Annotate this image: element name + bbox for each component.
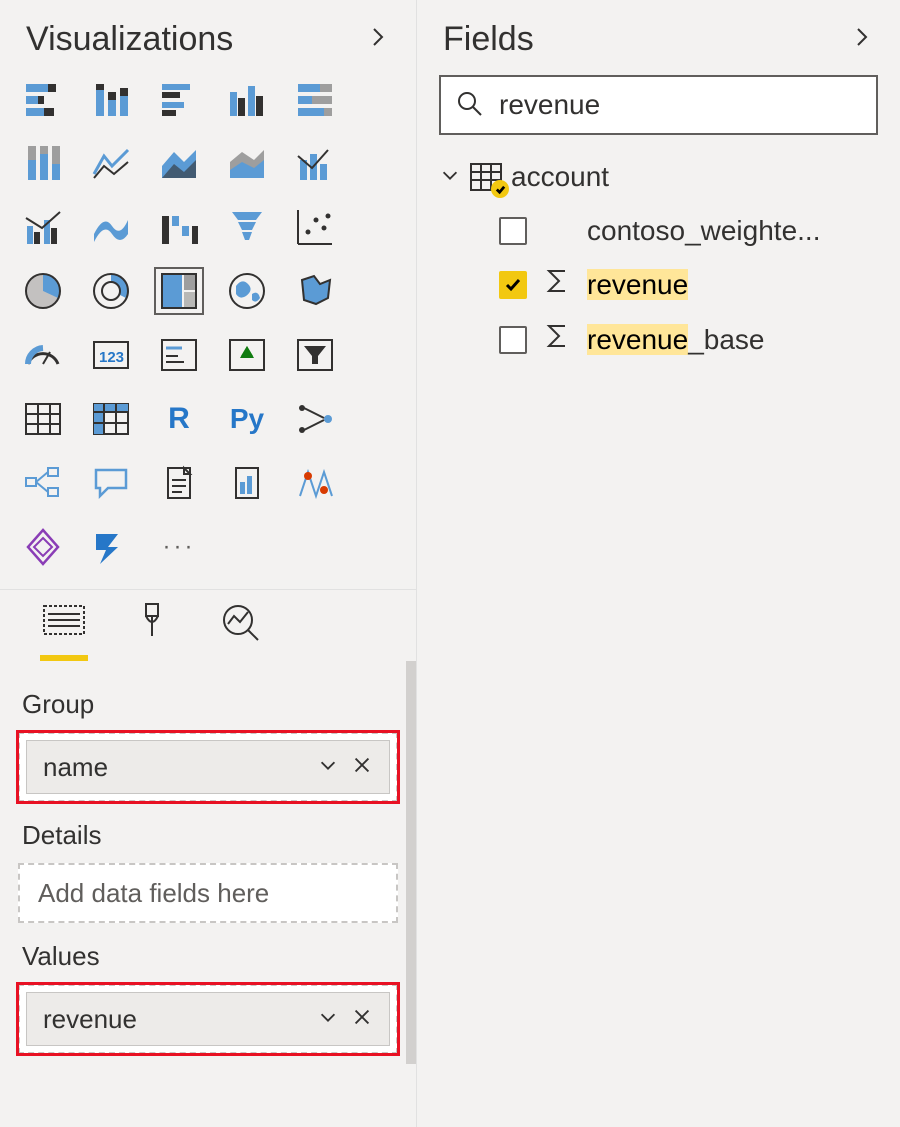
collapse-fields-pane-button[interactable] xyxy=(850,25,874,54)
viz-arcgis-icon[interactable] xyxy=(290,459,340,507)
viz-py-script-icon[interactable]: Py xyxy=(222,395,272,443)
analytics-tab[interactable] xyxy=(216,598,264,661)
viz-stacked-bar-icon[interactable] xyxy=(18,75,68,123)
viz-pie-icon[interactable] xyxy=(18,267,68,315)
viz-scatter-icon[interactable] xyxy=(290,203,340,251)
details-label: Details xyxy=(22,820,398,851)
table-name: account xyxy=(511,161,609,193)
viz-kpi-icon[interactable] xyxy=(222,331,272,379)
viz-powerapps-icon[interactable] xyxy=(18,523,68,571)
field-item[interactable]: revenue_base xyxy=(439,312,878,367)
viz-decomposition-tree-icon[interactable] xyxy=(18,459,68,507)
chevron-down-icon xyxy=(439,161,461,193)
fields-tab[interactable] xyxy=(40,598,88,661)
format-tab[interactable] xyxy=(128,598,176,661)
table-header-account[interactable]: account xyxy=(439,161,878,193)
viz-tabs xyxy=(0,589,416,661)
viz-pane-header: Visualizations xyxy=(0,0,416,75)
viz-key-influencers-icon[interactable] xyxy=(290,395,340,443)
viz-multirow-card-icon[interactable] xyxy=(154,331,204,379)
values-well[interactable]: revenue xyxy=(18,984,398,1054)
group-label: Group xyxy=(22,689,398,720)
viz-clustered-column-icon[interactable] xyxy=(222,75,272,123)
remove-field-icon[interactable] xyxy=(345,1004,379,1035)
viz-table-icon[interactable] xyxy=(18,395,68,443)
field-checkbox[interactable] xyxy=(499,217,527,245)
viz-line-clustered-column-icon[interactable] xyxy=(18,203,68,251)
viz-slicer-icon[interactable] xyxy=(290,331,340,379)
group-field-pill[interactable]: name xyxy=(26,740,390,794)
values-field-name: revenue xyxy=(43,1004,311,1035)
viz-line-stacked-column-icon[interactable] xyxy=(290,139,340,187)
details-well[interactable]: Add data fields here xyxy=(18,863,398,923)
viz-narrative-icon[interactable] xyxy=(154,459,204,507)
fields-list: account contoso_weighte... revenue reven… xyxy=(417,153,900,375)
viz-line-chart-icon[interactable] xyxy=(86,139,136,187)
values-field-pill[interactable]: revenue xyxy=(26,992,390,1046)
group-field-name: name xyxy=(43,752,311,783)
wells-scrollbar[interactable] xyxy=(406,661,416,1064)
viz-treemap-icon[interactable] xyxy=(154,267,204,315)
fields-pane-header: Fields xyxy=(417,0,900,75)
viz-paginated-report-icon[interactable] xyxy=(222,459,272,507)
field-name: contoso_weighte... xyxy=(587,215,821,247)
search-icon xyxy=(455,89,483,122)
search-wrap xyxy=(417,75,900,153)
viz-pane-title: Visualizations xyxy=(26,20,233,59)
viz-gallery: 123 R Py ··· xyxy=(0,75,416,589)
group-well[interactable]: name xyxy=(18,732,398,802)
field-checkbox[interactable] xyxy=(499,326,527,354)
viz-waterfall-icon[interactable] xyxy=(154,203,204,251)
viz-clustered-bar-icon[interactable] xyxy=(154,75,204,123)
viz-stacked-area-icon[interactable] xyxy=(222,139,272,187)
values-label: Values xyxy=(22,941,398,972)
field-item[interactable]: revenue xyxy=(439,257,878,312)
chevron-down-icon[interactable] xyxy=(311,1004,345,1035)
field-name: revenue xyxy=(587,269,688,301)
viz-matrix-icon[interactable] xyxy=(86,395,136,443)
field-item[interactable]: contoso_weighte... xyxy=(439,205,878,257)
chevron-down-icon[interactable] xyxy=(311,752,345,783)
field-checkbox[interactable] xyxy=(499,271,527,299)
check-badge-icon xyxy=(491,180,509,198)
field-wells: Group name Details Add data fields here … xyxy=(0,661,416,1064)
viz-donut-icon[interactable] xyxy=(86,267,136,315)
details-placeholder: Add data fields here xyxy=(38,878,269,909)
viz-more-button[interactable]: ··· xyxy=(154,523,204,571)
viz-ribbon-chart-icon[interactable] xyxy=(86,203,136,251)
fields-pane: Fields account contoso_weighte... xyxy=(417,0,900,1127)
viz-100-stacked-column-icon[interactable] xyxy=(18,139,68,187)
viz-power-automate-icon[interactable] xyxy=(86,523,136,571)
viz-qna-icon[interactable] xyxy=(86,459,136,507)
viz-area-chart-icon[interactable] xyxy=(154,139,204,187)
viz-card-icon[interactable]: 123 xyxy=(86,331,136,379)
viz-r-script-icon[interactable]: R xyxy=(154,395,204,443)
fields-search-input[interactable] xyxy=(497,88,862,122)
fields-pane-title: Fields xyxy=(443,20,534,59)
collapse-viz-pane-button[interactable] xyxy=(366,25,390,54)
table-icon xyxy=(469,162,503,192)
remove-field-icon[interactable] xyxy=(345,752,379,783)
viz-100-stacked-bar-icon[interactable] xyxy=(290,75,340,123)
sigma-icon xyxy=(545,267,569,302)
fields-search-box[interactable] xyxy=(439,75,878,135)
viz-funnel-icon[interactable] xyxy=(222,203,272,251)
visualizations-pane: Visualizations 123 xyxy=(0,0,417,1127)
svg-text:123: 123 xyxy=(99,349,124,366)
sigma-icon xyxy=(545,322,569,357)
viz-stacked-column-icon[interactable] xyxy=(86,75,136,123)
viz-map-icon[interactable] xyxy=(222,267,272,315)
field-name: revenue_base xyxy=(587,324,764,356)
viz-gauge-icon[interactable] xyxy=(18,331,68,379)
viz-filled-map-icon[interactable] xyxy=(290,267,340,315)
